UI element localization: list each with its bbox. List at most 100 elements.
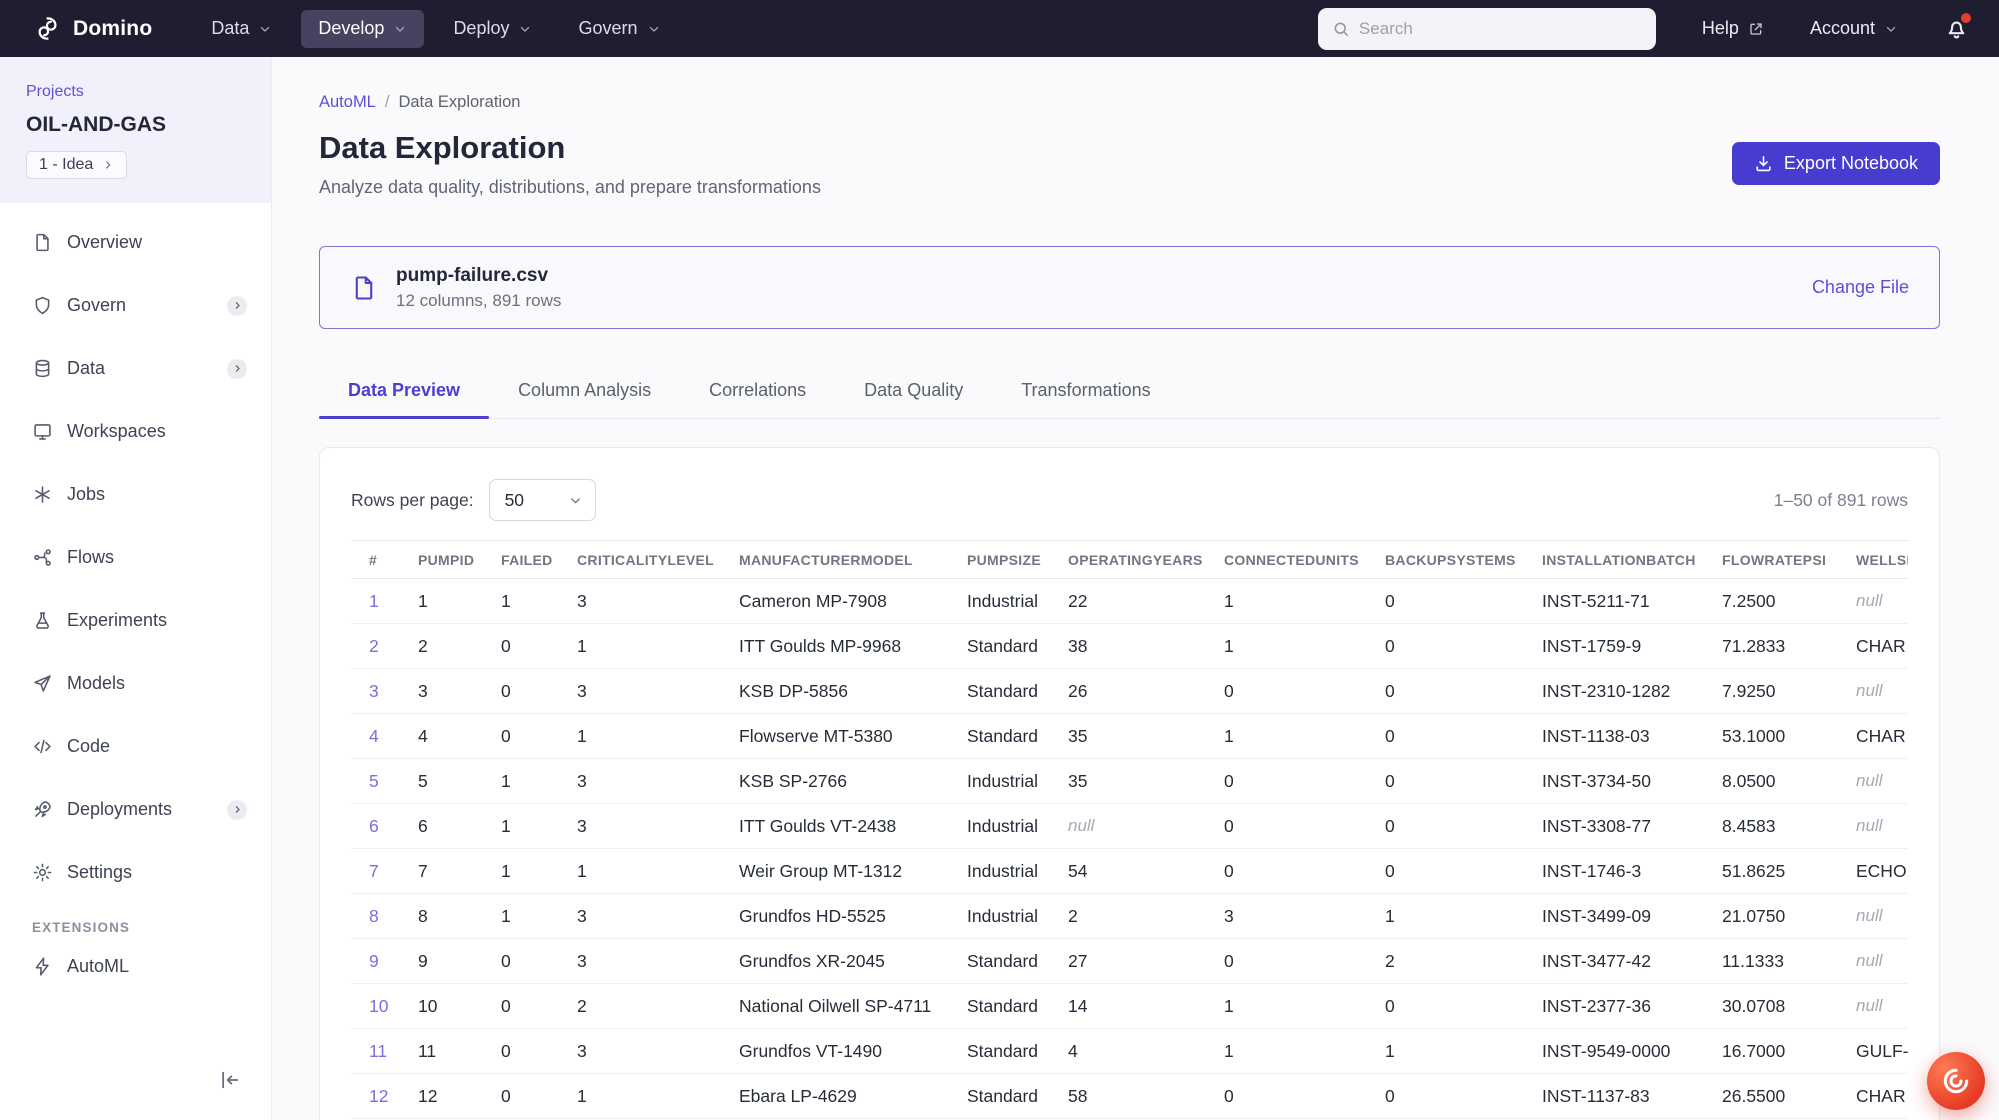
table-cell: ITT Goulds VT-2438 [722,803,950,849]
nav-item-deploy[interactable]: Deploy [436,10,549,48]
table-cell: Flowserve MT-5380 [722,713,950,759]
table-cell: 3 [401,668,484,714]
projects-link[interactable]: Projects [26,83,84,101]
table-cell: 0 [1207,1073,1368,1119]
table-cell: INST-3734-50 [1525,758,1705,804]
tab-data-quality[interactable]: Data Quality [835,380,992,418]
help-button[interactable]: Help [1702,18,1764,39]
assistant-button[interactable] [1927,1052,1985,1110]
table-cell: 7.2500 [1705,578,1839,624]
file-card: pump-failure.csv 12 columns, 891 rows Ch… [319,246,1940,329]
collapse-sidebar-button[interactable] [219,1069,241,1096]
table-cell: 0 [484,623,560,669]
primary-nav: Data Develop Deploy Govern [194,9,677,48]
table-cell: 27 [1051,938,1207,984]
table-cell: 71.2833 [1705,623,1839,669]
table-cell: null [1839,578,1908,624]
sidebar-item-flows[interactable]: Flows [0,526,271,589]
page-title: Data Exploration [319,130,566,165]
sidebar-item-label: Experiments [67,610,168,630]
expand-chevron-icon[interactable] [227,358,247,379]
table-cell: INST-3499-09 [1525,893,1705,939]
help-label: Help [1701,18,1739,38]
tab-column-analysis[interactable]: Column Analysis [489,380,680,418]
column-header-wellsite: WELLSITE [1839,540,1908,579]
column-header-failed: FAILED [484,540,560,579]
search-input[interactable] [1358,18,1642,39]
table-cell: 1 [484,848,560,894]
table-cell: 11 [401,1028,484,1074]
table-cell: 1 [401,578,484,624]
table-row: 8 8 1 3 Grundfos HD-5525 Industrial 2 3 1 INST-34… [351,893,1908,939]
chevron-down-icon [568,493,583,508]
chevron-down-icon [1884,22,1898,36]
table-cell: 4 [351,713,401,759]
table-cell: Industrial [950,803,1051,849]
account-menu[interactable]: Account [1810,18,1898,39]
domino-brand[interactable]: Domino [34,15,152,42]
expand-chevron-icon[interactable] [227,799,247,820]
column-header-installationbatch: INSTALLATIONBATCH [1525,540,1705,579]
sidebar-item-label: Workspaces [67,421,166,441]
sidebar-item-experiments[interactable]: Experiments [0,589,271,652]
table-cell: 12 [351,1073,401,1119]
tab-correlations[interactable]: Correlations [680,380,835,418]
table-cell: 0 [484,713,560,759]
table-cell: null [1839,668,1908,714]
gear-icon [32,862,53,883]
flask-icon [32,610,53,631]
sidebar-item-models[interactable]: Models [0,652,271,715]
export-notebook-button[interactable]: Export Notebook [1731,142,1940,185]
column-header-backupsystems: BACKUPSYSTEMS [1368,540,1525,579]
table-cell: KSB DP-5856 [722,668,950,714]
sidebar-item-govern[interactable]: Govern [0,274,271,337]
table-scroll-area[interactable]: # PUMPID FAILED CRITICALITYLEVEL MANUFACTURE… [351,540,1908,1119]
sidebar-item-workspaces[interactable]: Workspaces [0,400,271,463]
sidebar-item-deployments[interactable]: Deployments [0,778,271,841]
table-cell: 1 [1207,623,1368,669]
table-cell: 1 [1207,983,1368,1029]
sidebar-item-jobs[interactable]: Jobs [0,463,271,526]
table-row: 5 5 1 3 KSB SP-2766 Industrial 35 0 0 INST-3734-5… [351,758,1908,804]
table-cell: Standard [950,1073,1051,1119]
sidebar-menu: Overview Govern Data Workspaces Jobs Flows Exp… [0,203,271,904]
notifications-button[interactable] [1944,11,1973,41]
stage-label: 1 - Idea [39,156,94,173]
table-cell: 0 [1207,803,1368,849]
tab-data-preview[interactable]: Data Preview [319,380,490,419]
top-navbar: Domino Data Develop Deploy Govern Help Acco… [0,0,1999,57]
sidebar-item-data[interactable]: Data [0,337,271,400]
table-cell: 3 [560,668,722,714]
nav-item-develop[interactable]: Develop [301,9,425,48]
table-cell: null [1839,758,1908,804]
table-cell: 1 [1368,893,1525,939]
table-cell: Weir Group MT-1312 [722,848,950,894]
nav-item-govern[interactable]: Govern [561,10,677,48]
column-header-pumpid: PUMPID [401,540,484,579]
table-row: 11 11 0 3 Grundfos VT-1490 Standard 4 1 1 INST-95… [351,1028,1908,1074]
sidebar-item-automl[interactable]: AutoML [0,935,271,998]
rows-per-page-select[interactable]: 50 [488,479,596,521]
change-file-link[interactable]: Change File [1812,277,1909,298]
table-cell: 1 [1207,578,1368,624]
chevron-down-icon [258,22,272,36]
table-row: 3 3 0 3 KSB DP-5856 Standard 26 0 0 INST-2310-128… [351,668,1908,714]
global-search[interactable] [1317,7,1656,50]
sidebar-item-code[interactable]: Code [0,715,271,778]
table-cell: 4 [401,713,484,759]
table-cell: INST-5211-71 [1525,578,1705,624]
table-cell: 0 [1368,1073,1525,1119]
sidebar-item-overview[interactable]: Overview [0,211,271,274]
breadcrumb-parent-link[interactable]: AutoML [319,93,376,112]
table-cell: CHAR [1839,1073,1908,1119]
column-header-pumpsize: PUMPSIZE [950,540,1051,579]
table-cell: 38 [1051,623,1207,669]
nav-item-data[interactable]: Data [194,10,289,48]
table-cell: 0 [1207,668,1368,714]
stage-pill[interactable]: 1 - Idea [26,151,128,179]
expand-chevron-icon[interactable] [227,295,247,316]
sidebar-item-settings[interactable]: Settings [0,841,271,904]
table-cell: 30.0708 [1705,983,1839,1029]
account-label: Account [1809,18,1875,38]
tab-transformations[interactable]: Transformations [992,380,1179,418]
